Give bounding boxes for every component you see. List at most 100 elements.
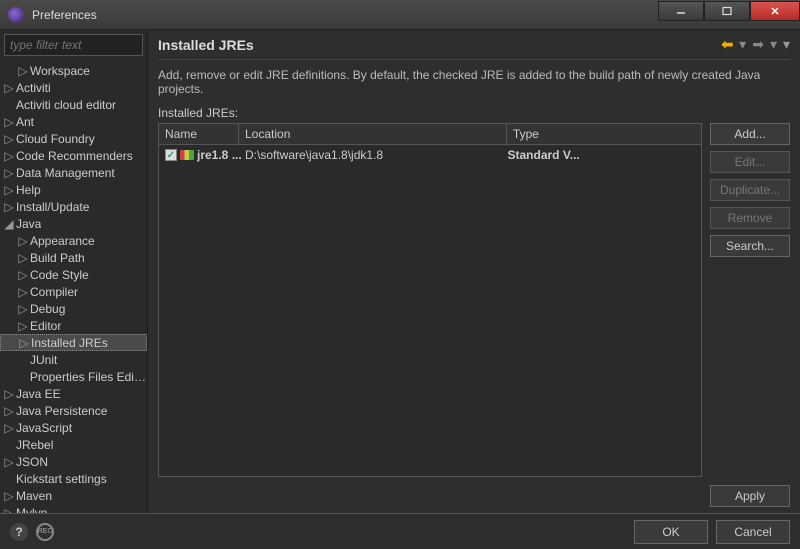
twisty-icon[interactable]: ▷ — [18, 285, 28, 299]
twisty-icon[interactable]: ▷ — [4, 81, 14, 95]
twisty-icon[interactable]: ▷ — [4, 506, 14, 514]
button-column: Add... Edit... Duplicate... Remove Searc… — [710, 123, 790, 477]
tree-item-cloud-foundry[interactable]: ▷Cloud Foundry — [0, 130, 147, 147]
tree-item-appearance[interactable]: ▷Appearance — [0, 232, 147, 249]
tree-item-label: Installed JREs — [31, 336, 108, 350]
twisty-icon[interactable]: ▷ — [4, 489, 14, 503]
maximize-button[interactable] — [704, 1, 750, 21]
sidebar: ▷Workspace▷ActivitiActiviti cloud editor… — [0, 30, 148, 513]
app-icon — [8, 7, 24, 23]
twisty-icon[interactable]: ▷ — [4, 387, 14, 401]
rec-icon[interactable]: REC — [36, 523, 54, 541]
twisty-icon[interactable]: ▷ — [18, 268, 28, 282]
view-menu-icon[interactable]: ▾ — [783, 36, 790, 53]
column-name[interactable]: Name — [159, 124, 239, 144]
page-description: Add, remove or edit JRE definitions. By … — [158, 68, 790, 96]
table-row[interactable]: ✓ jre1.8 ... D:\software\java1.8\jdk1.8 … — [159, 145, 701, 165]
tree-item-label: Data Management — [16, 166, 115, 180]
tree-item-debug[interactable]: ▷Debug — [0, 300, 147, 317]
tree-item-label: Editor — [30, 319, 61, 333]
jre-table[interactable]: Name Location Type ✓ jre1.8 ... D:\softw… — [158, 123, 702, 477]
apply-button[interactable]: Apply — [710, 485, 790, 507]
preferences-tree[interactable]: ▷Workspace▷ActivitiActiviti cloud editor… — [0, 60, 147, 513]
main-panel: Installed JREs ⬅▾ ➡▾ ▾ Add, remove or ed… — [148, 30, 800, 513]
tree-item-label: Install/Update — [16, 200, 89, 214]
tree-item-activiti-cloud-editor[interactable]: Activiti cloud editor — [0, 96, 147, 113]
tree-item-compiler[interactable]: ▷Compiler — [0, 283, 147, 300]
jre-location: D:\software\java1.8\jdk1.8 — [245, 148, 508, 162]
tree-item-json[interactable]: ▷JSON — [0, 453, 147, 470]
twisty-icon[interactable]: ▷ — [4, 200, 14, 214]
back-dropdown-icon[interactable]: ▾ — [739, 36, 746, 53]
tree-item-junit[interactable]: JUnit — [0, 351, 147, 368]
tree-item-label: Properties Files Editor — [30, 370, 147, 384]
tree-item-code-style[interactable]: ▷Code Style — [0, 266, 147, 283]
duplicate-button: Duplicate... — [710, 179, 790, 201]
twisty-icon[interactable]: ▷ — [4, 183, 14, 197]
forward-dropdown-icon[interactable]: ▾ — [770, 36, 777, 53]
twisty-icon[interactable]: ▷ — [4, 115, 14, 129]
window-title: Preferences — [32, 8, 658, 22]
edit-button: Edit... — [710, 151, 790, 173]
jre-type: Standard V... — [508, 148, 696, 162]
tree-item-label: Appearance — [30, 234, 95, 248]
tree-item-label: Build Path — [30, 251, 85, 265]
tree-item-workspace[interactable]: ▷Workspace — [0, 62, 147, 79]
tree-item-label: Cloud Foundry — [16, 132, 95, 146]
tree-item-label: JavaScript — [16, 421, 72, 435]
tree-item-label: Code Style — [30, 268, 89, 282]
tree-item-kickstart-settings[interactable]: Kickstart settings — [0, 470, 147, 487]
titlebar: Preferences — [0, 0, 800, 30]
column-type[interactable]: Type — [507, 124, 701, 144]
twisty-icon[interactable]: ▷ — [19, 336, 29, 350]
twisty-icon[interactable]: ▷ — [4, 421, 14, 435]
twisty-icon[interactable]: ▷ — [18, 302, 28, 316]
twisty-icon[interactable]: ▷ — [4, 166, 14, 180]
add-button[interactable]: Add... — [710, 123, 790, 145]
tree-item-build-path[interactable]: ▷Build Path — [0, 249, 147, 266]
window-buttons — [658, 0, 800, 29]
filter-input[interactable] — [4, 34, 143, 56]
ok-button[interactable]: OK — [634, 520, 708, 544]
twisty-icon[interactable]: ▷ — [18, 64, 28, 78]
column-location[interactable]: Location — [239, 124, 507, 144]
tree-item-mylyn[interactable]: ▷Mylyn — [0, 504, 147, 513]
checkbox-icon[interactable]: ✓ — [165, 149, 177, 161]
tree-item-editor[interactable]: ▷Editor — [0, 317, 147, 334]
tree-item-activiti[interactable]: ▷Activiti — [0, 79, 147, 96]
twisty-icon[interactable]: ▷ — [18, 251, 28, 265]
tree-item-label: Debug — [30, 302, 65, 316]
footer: ? REC OK Cancel — [0, 513, 800, 549]
forward-icon: ➡ — [752, 36, 764, 53]
cancel-button[interactable]: Cancel — [716, 520, 790, 544]
minimize-button[interactable] — [658, 1, 704, 21]
search-button[interactable]: Search... — [710, 235, 790, 257]
back-icon[interactable]: ⬅ — [721, 36, 733, 53]
twisty-icon[interactable]: ▷ — [18, 234, 28, 248]
twisty-icon[interactable]: ▷ — [4, 404, 14, 418]
tree-item-installed-jres[interactable]: ▷Installed JREs — [0, 334, 147, 351]
tree-item-java-ee[interactable]: ▷Java EE — [0, 385, 147, 402]
twisty-icon[interactable]: ◢ — [4, 217, 14, 231]
tree-item-label: JSON — [16, 455, 48, 469]
tree-item-data-management[interactable]: ▷Data Management — [0, 164, 147, 181]
tree-item-label: Java EE — [16, 387, 61, 401]
close-button[interactable] — [750, 1, 800, 21]
twisty-icon[interactable]: ▷ — [4, 132, 14, 146]
jre-icon — [180, 150, 194, 160]
tree-item-code-recommenders[interactable]: ▷Code Recommenders — [0, 147, 147, 164]
tree-item-java[interactable]: ◢Java — [0, 215, 147, 232]
tree-item-properties-files-editor[interactable]: Properties Files Editor — [0, 368, 147, 385]
tree-item-label: Java Persistence — [16, 404, 107, 418]
tree-item-maven[interactable]: ▷Maven — [0, 487, 147, 504]
tree-item-help[interactable]: ▷Help — [0, 181, 147, 198]
tree-item-ant[interactable]: ▷Ant — [0, 113, 147, 130]
help-icon[interactable]: ? — [10, 523, 28, 541]
twisty-icon[interactable]: ▷ — [4, 149, 14, 163]
tree-item-jrebel[interactable]: JRebel — [0, 436, 147, 453]
tree-item-install-update[interactable]: ▷Install/Update — [0, 198, 147, 215]
tree-item-javascript[interactable]: ▷JavaScript — [0, 419, 147, 436]
tree-item-java-persistence[interactable]: ▷Java Persistence — [0, 402, 147, 419]
twisty-icon[interactable]: ▷ — [18, 319, 28, 333]
twisty-icon[interactable]: ▷ — [4, 455, 14, 469]
